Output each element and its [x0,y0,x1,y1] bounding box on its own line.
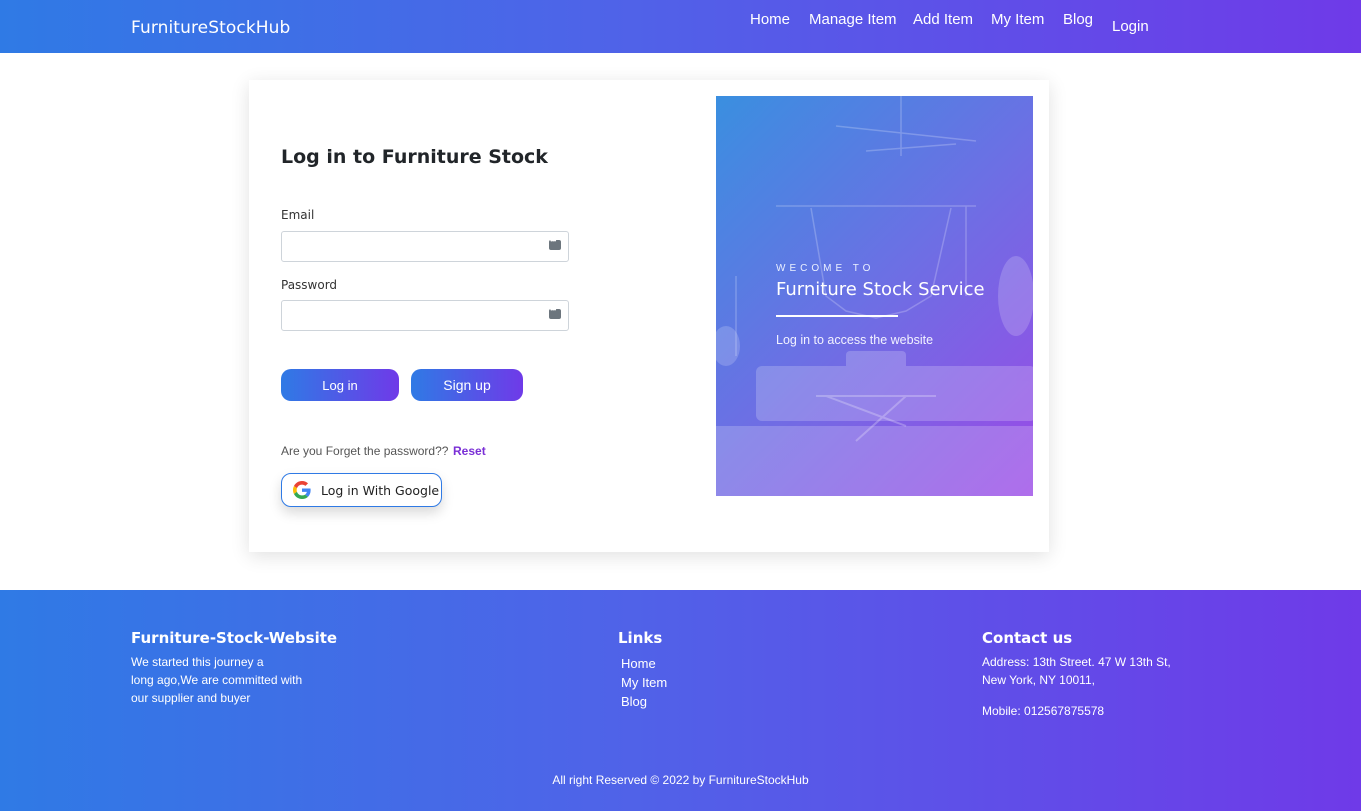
login-button[interactable]: Log in [281,369,399,401]
welcome-divider [776,315,898,317]
forgot-password-text: Are you Forget the password?? [281,444,449,458]
google-login-label: Log in With Google [321,482,440,498]
nav-link-manage-item[interactable]: Manage Item [809,11,897,28]
footer-mobile: Mobile: 012567875578 [982,704,1105,718]
footer-about-title: Furniture-Stock-Website [131,629,338,647]
nav-link-login[interactable]: Login [1112,18,1149,35]
password-field[interactable] [281,300,569,331]
welcome-title: Furniture Stock Service [776,279,985,300]
signup-button[interactable]: Sign up [411,369,523,401]
welcome-subtitle: Log in to access the website [776,333,934,347]
site-footer: Furniture-Stock-Website We started this … [0,590,1361,811]
nav-link-home[interactable]: Home [750,11,790,28]
reset-password-link[interactable]: Reset [453,444,486,458]
footer-address-line: Address: 13th Street. 47 W 13th St, [982,655,1171,669]
brand-logo[interactable]: FurnitureStockHub [131,18,290,38]
welcome-overline: WECOME TO [776,263,875,274]
email-field[interactable] [281,231,569,262]
google-login-button[interactable]: Log in With Google [281,473,442,507]
footer-about-line: our supplier and buyer [131,691,251,705]
nav-link-blog[interactable]: Blog [1063,11,1093,28]
top-navbar: FurnitureStockHub Home Manage Item Add I… [0,0,1361,53]
footer-contact-title: Contact us [982,629,1073,647]
footer-address-line: New York, NY 10011, [982,673,1095,687]
password-label: Password [281,278,338,292]
footer-link-home[interactable]: Home [621,656,656,671]
footer-copyright: All right Reserved © 2022 by FurnitureSt… [552,773,809,787]
login-card: Log in to Furniture Stock Email Password… [249,80,1049,552]
key-icon[interactable] [549,236,561,250]
email-label: Email [281,208,315,222]
nav-link-add-item[interactable]: Add Item [913,11,973,28]
welcome-panel: WECOME TO Furniture Stock Service Log in… [716,96,1033,496]
footer-about-line: We started this journey a [131,655,264,669]
google-logo-icon [293,481,311,499]
login-title: Log in to Furniture Stock [281,146,548,168]
footer-link-blog[interactable]: Blog [621,694,647,709]
key-icon[interactable] [549,305,561,319]
footer-about-line: long ago,We are committed with [131,673,303,687]
nav-link-my-item[interactable]: My Item [991,11,1044,28]
footer-links-title: Links [618,629,663,647]
footer-link-my-item[interactable]: My Item [621,675,667,690]
